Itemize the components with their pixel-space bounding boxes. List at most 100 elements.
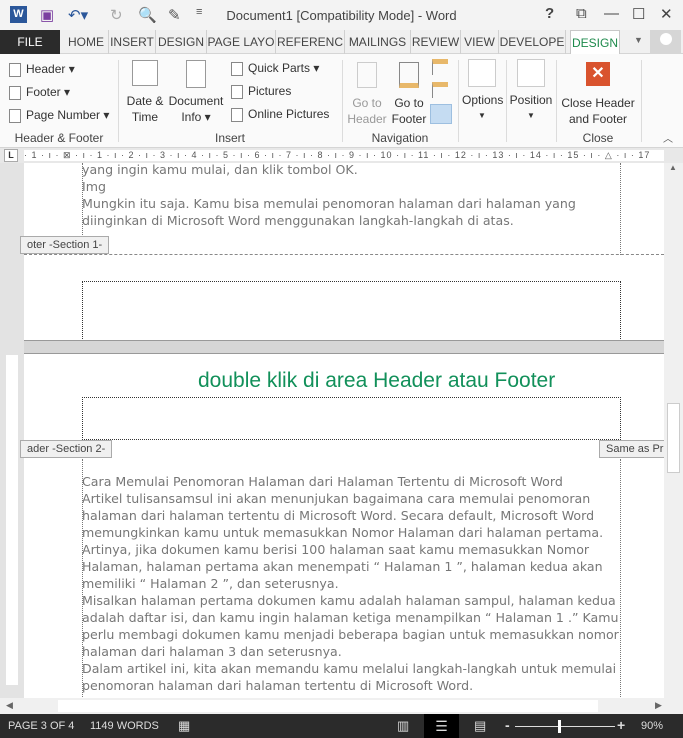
text-line: Artikel tulisansamsul ini akan menunjuka…: [82, 491, 591, 506]
tab-file[interactable]: FILE: [0, 30, 60, 54]
go-to-header-icon: [357, 62, 377, 88]
footer-area-section-1[interactable]: [82, 281, 621, 341]
horizontal-scrollbar[interactable]: ◀ ▶: [0, 698, 683, 714]
close-x-icon: ✕: [586, 62, 610, 86]
options-button[interactable]: Options ▼: [462, 59, 503, 120]
word-count[interactable]: 1149 WORDS: [90, 720, 159, 732]
page-count[interactable]: PAGE 3 OF 4: [8, 720, 74, 732]
divider: [118, 60, 119, 142]
maximize-button[interactable]: ☐: [632, 5, 645, 23]
pictures-icon: [231, 84, 243, 99]
minimize-button[interactable]: —: [604, 5, 619, 22]
footer-button[interactable]: Footer ▾: [9, 85, 70, 100]
header-section-2-label: ader -Section 2-: [20, 440, 113, 458]
text-line: Dalam artikel ini, kita akan memandu kam…: [82, 661, 617, 676]
online-pictures-icon: [231, 107, 243, 122]
text-line: penomoran halaman dari halaman tertentu …: [82, 678, 474, 693]
web-layout-icon[interactable]: ▤: [474, 718, 486, 734]
footer-boundary: [24, 254, 664, 255]
ribbon: Header ▾ Footer ▾ Page Number ▾ Header &…: [0, 54, 683, 148]
zoom-slider-thumb[interactable]: [558, 720, 561, 733]
header-icon: [9, 62, 21, 77]
document-info-icon: [186, 60, 206, 88]
zoom-in-button[interactable]: +: [617, 717, 625, 733]
ribbon-tabs: FILE HOME INSERT DESIGN PAGE LAYO REFERE…: [0, 30, 683, 54]
ribbon-display-button[interactable]: ⧉: [576, 5, 587, 22]
same-as-previous-label: Same as Pre: [599, 440, 664, 458]
go-to-header-button[interactable]: Go to Header: [346, 62, 388, 126]
tab-selector-icon[interactable]: L: [4, 149, 18, 162]
divider: [506, 60, 507, 142]
header-area-section-2[interactable]: [82, 397, 621, 440]
scroll-left-icon[interactable]: ◀: [6, 700, 13, 711]
scroll-up-icon[interactable]: ▲: [669, 163, 677, 172]
document-info-button[interactable]: Document Info ▾: [168, 60, 224, 124]
vertical-scroll-thumb[interactable]: [667, 403, 680, 473]
tab-references[interactable]: REFERENC: [276, 30, 345, 54]
horizontal-scroll-thumb[interactable]: [58, 700, 598, 712]
date-time-button[interactable]: Date & Time: [126, 60, 164, 124]
status-bar: PAGE 3 OF 4 1149 WORDS ▦ ▥ ☰ ▤ - + 90%: [0, 714, 683, 738]
scroll-right-icon[interactable]: ▶: [655, 700, 662, 711]
document-area: yang ingin kamu mulai, dan klik tombol O…: [0, 163, 664, 698]
tab-developer[interactable]: DEVELOPE: [499, 30, 566, 54]
vertical-scrollbar[interactable]: ▲: [664, 163, 683, 698]
quick-parts-button[interactable]: Quick Parts ▾: [231, 61, 319, 76]
divider: [556, 60, 557, 142]
help-button[interactable]: ?: [545, 5, 554, 22]
chevron-down-icon[interactable]: ▼: [634, 35, 643, 45]
print-layout-icon[interactable]: ☰: [424, 714, 459, 738]
text-line: Cara Memulai Penomoran Halaman dari Hala…: [82, 474, 563, 489]
go-to-footer-button[interactable]: Go to Footer: [390, 62, 428, 126]
text-line: adalah daftar isi, dan kamu ingin halama…: [82, 610, 619, 625]
zoom-level[interactable]: 90%: [641, 720, 663, 732]
tab-insert[interactable]: INSERT: [109, 30, 156, 54]
header-button[interactable]: Header ▾: [9, 62, 75, 77]
proofing-icon[interactable]: ▦: [178, 718, 190, 734]
annotation-text: double klik di area Header atau Footer: [198, 369, 556, 392]
page-number-icon: [9, 108, 21, 123]
divider: [641, 60, 642, 142]
text-line: Img: [82, 179, 106, 194]
text-line: yang ingin kamu mulai, dan klik tombol O…: [82, 163, 358, 177]
next-section-icon[interactable]: [432, 82, 448, 98]
previous-section-icon[interactable]: [432, 59, 448, 75]
page-number-button[interactable]: Page Number ▾: [9, 108, 109, 123]
tab-design[interactable]: DESIGN: [156, 30, 207, 54]
link-to-previous-icon[interactable]: [430, 104, 452, 124]
avatar[interactable]: [650, 30, 681, 54]
options-icon: [468, 59, 496, 87]
tab-review[interactable]: REVIEW: [411, 30, 461, 54]
zoom-slider[interactable]: [515, 726, 615, 727]
position-button[interactable]: Position ▼: [508, 59, 554, 120]
collapse-ribbon-icon[interactable]: ︿: [663, 130, 673, 145]
position-icon: [517, 59, 545, 87]
pictures-button[interactable]: Pictures: [231, 84, 291, 99]
tab-home[interactable]: HOME: [64, 30, 109, 54]
group-label-navigation: Navigation: [371, 131, 429, 145]
go-to-footer-icon: [399, 62, 419, 88]
divider: [342, 60, 343, 142]
text-line: memiliki “ Halaman 2 ”, dan seterusnya.: [82, 576, 339, 591]
text-line: Halaman, halaman pertama akan menempati …: [82, 559, 603, 574]
close-header-footer-button[interactable]: ✕ Close Header and Footer: [558, 62, 638, 126]
tab-view[interactable]: VIEW: [461, 30, 499, 54]
text-line: halaman dari halaman tertentu di Microso…: [82, 508, 595, 523]
page-break: [24, 340, 664, 354]
text-line: Mungkin itu saja. Kamu bisa memulai peno…: [82, 196, 576, 211]
group-label-insert: Insert: [214, 131, 245, 145]
read-mode-icon[interactable]: ▥: [397, 718, 409, 734]
horizontal-ruler[interactable]: L · 1 · ı · ⊠ · ı · 1 · ı · 2 · ı · 3 · …: [0, 148, 683, 163]
text-line: halaman dari halaman 3 dan seterusnya.: [82, 644, 342, 659]
tab-header-footer-design[interactable]: DESIGN: [570, 30, 620, 54]
footer-icon: [9, 85, 21, 100]
divider: [458, 60, 459, 142]
tab-mailings[interactable]: MAILINGS: [345, 30, 411, 54]
online-pictures-button[interactable]: Online Pictures: [231, 107, 329, 122]
text-line: Artinya, jika dokumen kamu berisi 100 ha…: [82, 542, 590, 557]
tab-page-layout[interactable]: PAGE LAYO: [207, 30, 276, 54]
calendar-clock-icon: [132, 60, 158, 86]
close-window-button[interactable]: ✕: [660, 5, 673, 23]
footer-section-1-label: oter -Section 1-: [20, 236, 110, 254]
zoom-out-button[interactable]: -: [505, 717, 510, 733]
